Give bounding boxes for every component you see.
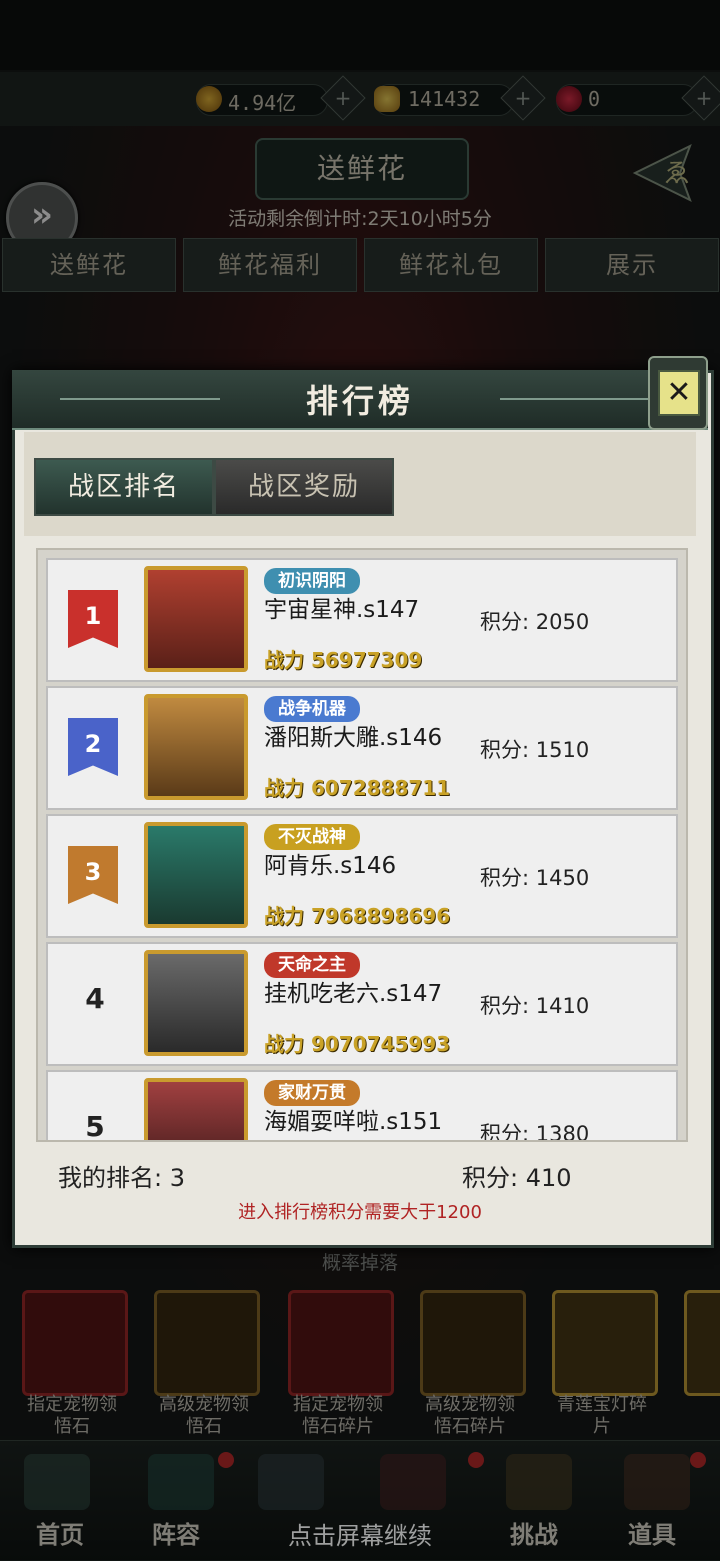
score: 积分: 1450: [480, 866, 590, 890]
rank-banner-bronze: 3: [68, 846, 118, 904]
combat-power: 战力 6072888711: [264, 776, 451, 800]
player-name: 海媚耍咩啦.s151: [264, 1109, 443, 1135]
rank-number: 5: [85, 1110, 105, 1142]
close-button[interactable]: ✕: [648, 356, 708, 430]
my-score: 积分: 410: [462, 1164, 572, 1192]
ranking-row[interactable]: 4 天命之主 挂机吃老六.s147 战力 9070745993 积分: 1410: [46, 942, 678, 1066]
ranking-list[interactable]: 1 初识阴阳 宇宙星神.s147 战力 56977309 积分: 2050 2 …: [36, 548, 688, 1142]
score: 积分: 1380: [480, 1122, 590, 1142]
combat-power: 战力 9070745993: [264, 1032, 451, 1056]
close-icon: ✕: [658, 370, 700, 416]
ranking-row[interactable]: 3 不灭战神 阿肯乐.s146 战力 7968898696 积分: 1450: [46, 814, 678, 938]
player-name: 宇宙星神.s147: [264, 597, 420, 623]
combat-power: 战力 56977309: [264, 648, 423, 672]
rank-banner-gold: 1: [68, 590, 118, 648]
ranking-row[interactable]: 5 家财万贯 海媚耍咩啦.s151 积分: 1380: [46, 1070, 678, 1142]
rank-number: 4: [85, 982, 105, 1015]
tab-zone-ranking[interactable]: 战区排名: [34, 458, 214, 516]
avatar[interactable]: [144, 566, 248, 672]
leaderboard-title: 排行榜: [305, 382, 414, 420]
requirement-note: 进入排行榜积分需要大于1200: [238, 1202, 482, 1223]
player-name: 挂机吃老六.s147: [264, 981, 443, 1007]
ranking-row[interactable]: 1 初识阴阳 宇宙星神.s147 战力 56977309 积分: 2050: [46, 558, 678, 682]
tap-to-continue-hint: 点击屏幕继续: [288, 1522, 432, 1550]
score: 积分: 2050: [480, 610, 590, 634]
avatar[interactable]: [144, 950, 248, 1056]
rank-banner-silver: 2: [68, 718, 118, 776]
my-rank: 我的排名: 3: [58, 1164, 185, 1192]
player-name: 潘阳斯大雕.s146: [264, 725, 443, 751]
combat-power: 战力 7968898696: [264, 904, 451, 928]
tab-zone-rewards[interactable]: 战区奖励: [214, 458, 394, 516]
score: 积分: 1410: [480, 994, 590, 1018]
score: 积分: 1510: [480, 738, 590, 762]
avatar[interactable]: [144, 694, 248, 800]
avatar[interactable]: [144, 1078, 248, 1140]
ranking-row[interactable]: 2 战争机器 潘阳斯大雕.s146 战力 6072888711 积分: 1510: [46, 686, 678, 810]
player-name: 阿肯乐.s146: [264, 853, 397, 879]
avatar[interactable]: [144, 822, 248, 928]
